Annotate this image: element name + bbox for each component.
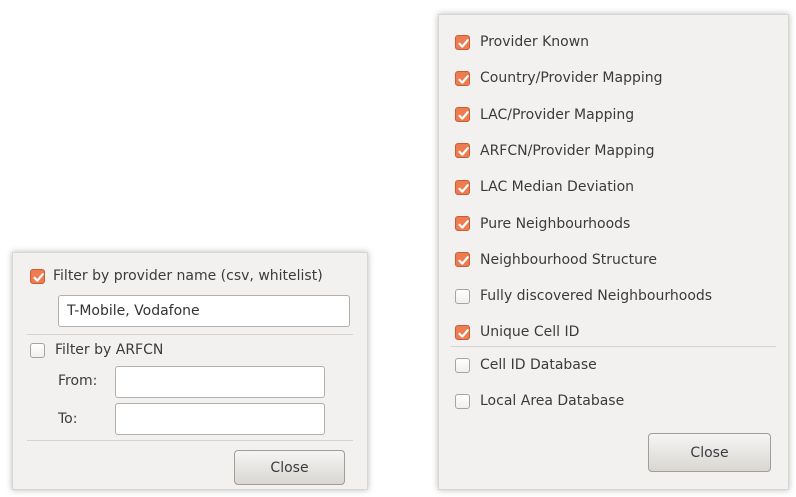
check-checkbox[interactable] [455,288,470,304]
close-button[interactable]: Close [234,450,345,485]
checkmark-icon [458,74,469,84]
check-checkbox[interactable] [455,252,470,268]
filter-dialog: Filter by provider name (csv, whitelist)… [12,252,368,490]
from-label: From: [58,373,98,389]
check-checkbox[interactable] [455,34,470,50]
check-checkbox[interactable] [455,393,470,409]
check-row[interactable]: Neighbourhood Structure [455,252,657,268]
provider-name-input[interactable] [58,295,350,327]
check-label: Country/Provider Mapping [480,70,663,87]
check-label: Provider Known [480,34,590,50]
check-row[interactable]: Local Area Database [455,393,624,409]
check-label: LAC/Provider Mapping [480,106,635,123]
divider [451,346,776,347]
check-checkbox[interactable] [455,143,470,159]
check-label: Pure Neighbourhoods [480,215,631,232]
to-label: To: [58,411,78,427]
divider [27,334,353,335]
filter-arfcn-label: Filter by ARFCN [55,342,164,358]
check-checkbox[interactable] [455,70,470,86]
filter-provider-row[interactable]: Filter by provider name (csv, whitelist) [30,268,323,284]
check-row[interactable]: Country/Provider Mapping [455,70,663,86]
checkmark-icon [458,111,469,120]
checkmark-icon [458,147,469,157]
check-label: Unique Cell ID [480,324,580,341]
check-row[interactable]: ARFCN/Provider Mapping [455,143,655,159]
check-row[interactable]: Provider Known [455,34,589,50]
filter-provider-label: Filter by provider name (csv, whitelist) [53,268,323,284]
checkmark-icon [458,220,469,229]
check-row[interactable]: Unique Cell ID [455,324,579,340]
check-row[interactable]: LAC Median Deviation [455,179,634,195]
checks-dialog: Provider Known Country/Provider Mapping LA… [438,14,789,490]
check-checkbox[interactable] [455,216,470,231]
filter-provider-checkbox[interactable] [30,268,45,284]
check-label: Local Area Database [480,393,625,409]
checkmark-icon [33,272,44,282]
check-label: LAC Median Deviation [480,179,635,196]
check-label: Fully discovered Neighbourhoods [480,288,713,305]
check-row[interactable]: Fully discovered Neighbourhoods [455,288,712,304]
filter-arfcn-checkbox[interactable] [30,342,45,358]
check-label: ARFCN/Provider Mapping [480,142,655,159]
checkmark-icon [458,328,469,338]
check-label: Neighbourhood Structure [480,251,658,268]
check-row[interactable]: LAC/Provider Mapping [455,107,634,123]
checkmark-icon [458,38,469,48]
check-checkbox[interactable] [455,107,470,123]
close-button[interactable]: Close [648,433,771,472]
checkmark-icon [458,256,469,265]
filter-arfcn-row[interactable]: Filter by ARFCN [30,342,163,358]
check-row[interactable]: Cell ID Database [455,357,597,373]
divider [27,440,353,441]
check-label: Cell ID Database [480,357,597,373]
check-checkbox[interactable] [455,357,470,373]
check-checkbox[interactable] [455,324,470,340]
arfcn-to-input[interactable] [115,403,325,435]
arfcn-from-input[interactable] [115,366,325,398]
check-row[interactable]: Pure Neighbourhoods [455,216,630,232]
check-checkbox[interactable] [455,179,470,195]
checkmark-icon [458,183,469,193]
